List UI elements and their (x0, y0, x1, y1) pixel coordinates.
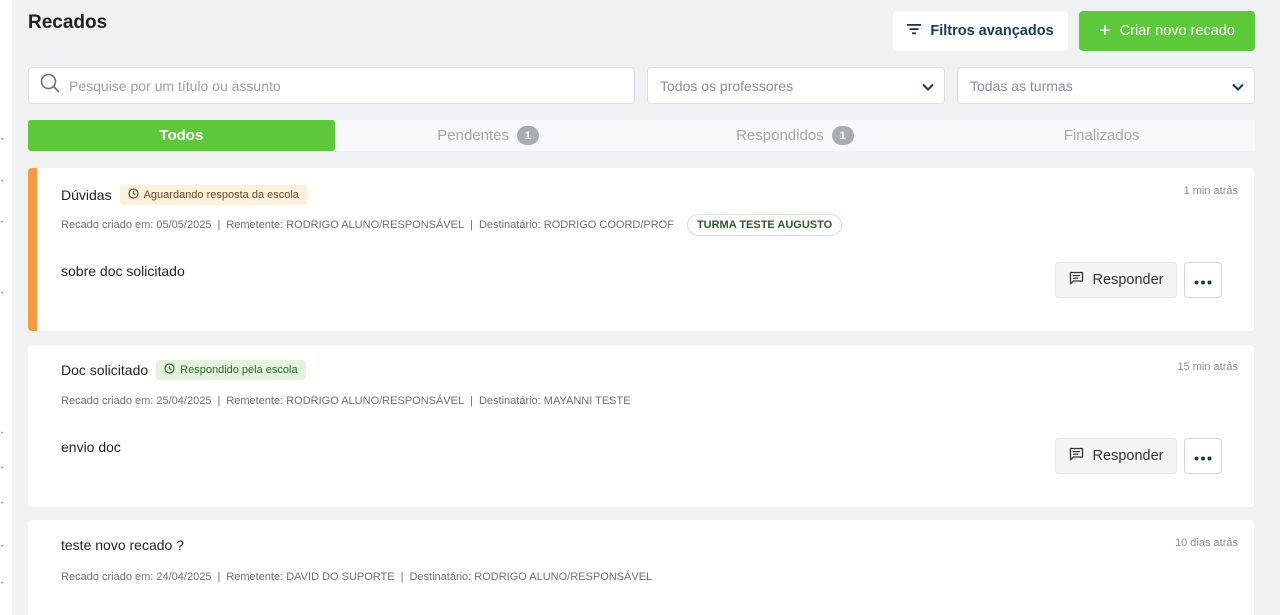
tab-finalizados[interactable]: Finalizados (948, 120, 1255, 151)
search-icon (40, 73, 60, 98)
chat-icon (1069, 447, 1084, 465)
message-title: Doc solicitado (61, 362, 149, 378)
chevron-down-icon (1232, 78, 1244, 94)
message-title-row: Dúvidas Aguardando resposta da escola (61, 185, 307, 205)
message-time: 1 min atrás (1183, 185, 1238, 197)
message-title: Dúvidas (61, 187, 112, 203)
sender: Remetente: DAVID DO SUPORTE (226, 571, 395, 583)
status-label: Aguardando resposta da escola (143, 189, 299, 201)
tab-pendentes[interactable]: Pendentes 1 (335, 120, 642, 151)
sidebar-edge-mark: ˇ (0, 138, 5, 148)
message-time: 10 dias atrás (1175, 537, 1238, 549)
sidebar-edge-mark: ˇ (0, 221, 5, 231)
meta-separator: | (470, 219, 473, 231)
class-select-value: Todas as turmas (970, 77, 1073, 94)
meta-separator: | (470, 395, 473, 407)
created-date: Recado criado em: 24/04/2025 (61, 571, 212, 583)
teacher-select[interactable]: Todos os professores (647, 67, 945, 104)
advanced-filters-button[interactable]: Filtros avançados (893, 11, 1068, 51)
recipient: Destinatário: RODRIGO ALUNO/RESPONSÁVEL (409, 571, 653, 583)
status-label: Respondido pela escola (180, 364, 298, 376)
message-meta: Recado criado em: 24/04/2025 | Remetente… (61, 571, 652, 583)
reply-button[interactable]: Responder (1055, 438, 1177, 474)
search-box (28, 67, 635, 104)
reply-label: Responder (1092, 272, 1164, 288)
status-tabs: Todos Pendentes 1 Respondidos 1 Finaliza… (28, 120, 1255, 151)
message-body: sobre doc solicitado (61, 263, 185, 279)
sender: Remetente: RODRIGO ALUNO/RESPONSÁVEL (226, 395, 465, 407)
status-badge: Respondido pela escola (156, 360, 306, 380)
tab-todos[interactable]: Todos (28, 120, 335, 151)
clock-icon (164, 363, 175, 377)
status-badge: Aguardando resposta da escola (119, 185, 307, 205)
tab-count-badge: 1 (516, 126, 539, 145)
left-sidebar-edge: ˇ ˆ ˇ ˆ ˇ ˇ ˇ ˇ ˇ (0, 0, 12, 615)
created-date: Recado criado em: 05/05/2025 (61, 219, 212, 231)
message-meta: Recado criado em: 05/05/2025 | Remetente… (61, 214, 843, 236)
more-icon (1194, 273, 1212, 288)
class-badge: TURMA TESTE AUGUSTO (686, 214, 843, 236)
more-options-button[interactable] (1184, 262, 1222, 298)
meta-separator: | (217, 395, 221, 407)
message-card[interactable]: Doc solicitado Respondido pela escola 15… (28, 345, 1254, 507)
reply-button[interactable]: Responder (1055, 262, 1177, 298)
chat-icon (1069, 271, 1084, 289)
sidebar-edge-mark: ˇ (0, 432, 5, 442)
sidebar-edge-mark: ˆ (0, 292, 5, 302)
advanced-filters-label: Filtros avançados (930, 23, 1054, 39)
tab-label: Pendentes (437, 127, 509, 144)
meta-separator: | (217, 219, 221, 231)
meta-separator: | (400, 571, 404, 583)
recipient: Destinatário: RODRIGO COORD/PROF (478, 219, 674, 231)
tab-label: Todos (159, 127, 204, 144)
more-icon (1194, 449, 1212, 464)
message-time: 15 min atrás (1177, 361, 1238, 373)
message-title: teste novo recado ? (61, 537, 184, 553)
create-message-label: Criar novo recado (1119, 23, 1235, 39)
clock-icon (127, 188, 139, 202)
sidebar-edge-mark: ˇ (0, 502, 5, 512)
meta-separator: | (217, 571, 221, 583)
teacher-select-value: Todos os professores (660, 77, 794, 94)
plus-icon: + (1099, 20, 1111, 42)
filter-icon (907, 23, 922, 39)
create-message-button[interactable]: + Criar novo recado (1079, 11, 1255, 51)
message-body: envio doc (61, 439, 121, 455)
message-card[interactable]: Dúvidas Aguardando resposta da escola 1 … (28, 168, 1254, 331)
tab-label: Finalizados (1063, 127, 1140, 144)
sidebar-edge-mark: ˇ (0, 467, 5, 477)
sidebar-edge-mark: ˆ (0, 180, 5, 190)
chevron-down-icon (922, 78, 934, 94)
sender: Remetente: RODRIGO ALUNO/RESPONSÁVEL (226, 219, 465, 231)
reply-label: Responder (1092, 448, 1164, 464)
recipient: Destinatário: MAYANNI TESTE (478, 395, 631, 407)
more-options-button[interactable] (1184, 438, 1222, 474)
search-input[interactable] (69, 77, 609, 94)
message-card[interactable]: teste novo recado ? 10 dias atrás Recado… (28, 520, 1254, 615)
tab-count-badge: 1 (831, 126, 854, 145)
page-title: Recados (28, 12, 108, 33)
class-select[interactable]: Todas as turmas (957, 67, 1255, 104)
tab-respondidos[interactable]: Respondidos 1 (642, 120, 949, 151)
message-title-row: teste novo recado ? (61, 537, 184, 553)
tab-label: Respondidos (736, 127, 824, 144)
sidebar-edge-mark: ˇ (0, 545, 5, 555)
message-title-row: Doc solicitado Respondido pela escola (61, 360, 306, 380)
created-date: Recado criado em: 25/04/2025 (61, 395, 212, 407)
message-meta: Recado criado em: 25/04/2025 | Remetente… (61, 395, 631, 407)
sidebar-edge-mark: ˇ (0, 582, 5, 592)
